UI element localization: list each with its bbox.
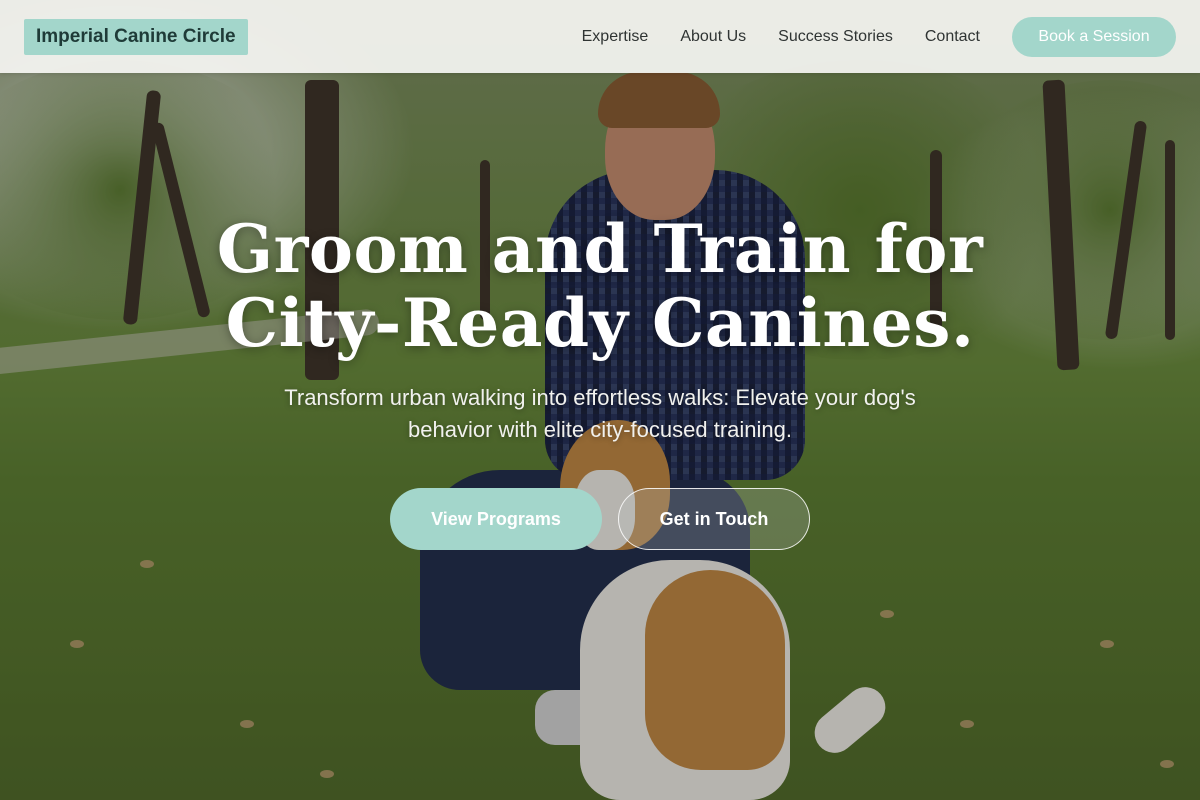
get-in-touch-button[interactable]: Get in Touch bbox=[618, 488, 810, 550]
brand-logo[interactable]: Imperial Canine Circle bbox=[24, 18, 248, 55]
site-header: Imperial Canine Circle Expertise About U… bbox=[0, 0, 1200, 73]
view-programs-button[interactable]: View Programs bbox=[390, 488, 602, 550]
nav-link-success-stories[interactable]: Success Stories bbox=[778, 28, 893, 46]
hero-headline: Groom and Train for City-Ready Canines. bbox=[0, 212, 1200, 360]
hero-subtitle: Transform urban walking into effortless … bbox=[284, 385, 916, 442]
book-session-button[interactable]: Book a Session bbox=[1012, 16, 1176, 57]
hero-headline-line1: Groom and Train for bbox=[216, 210, 984, 288]
nav-link-expertise[interactable]: Expertise bbox=[582, 28, 649, 46]
hero-headline-line2: City-Ready Canines. bbox=[225, 284, 975, 362]
hero-buttons: View Programs Get in Touch bbox=[0, 488, 1200, 550]
nav-link-about-us[interactable]: About Us bbox=[680, 28, 746, 46]
nav-link-contact[interactable]: Contact bbox=[925, 28, 980, 46]
main-nav: Expertise About Us Success Stories Conta… bbox=[550, 16, 1176, 57]
hero-section: Groom and Train for City-Ready Canines. … bbox=[0, 212, 1200, 550]
